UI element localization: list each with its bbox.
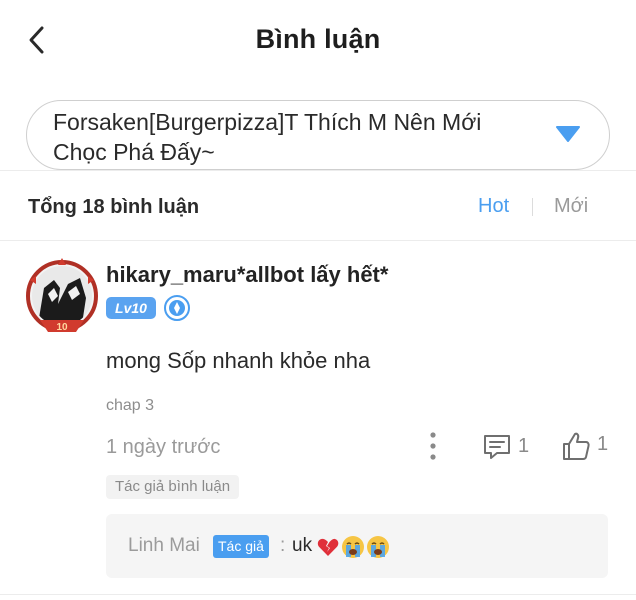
top-bar: Bình luận: [0, 0, 636, 82]
avatar-frame-icon: 10: [26, 258, 98, 333]
comment-bubble-icon: [484, 435, 510, 459]
diamond-rank-icon: [164, 295, 190, 321]
reply-count: 1: [518, 435, 530, 457]
comment-count-bar: Tổng 18 bình luận Hot Mới: [0, 170, 636, 240]
avatar[interactable]: 10: [24, 258, 100, 334]
chapter-select[interactable]: Forsaken[Burgerpizza]T Thích M Nên Mới C…: [26, 100, 610, 170]
comment-time: 1 ngày trước: [106, 436, 221, 458]
comment-username[interactable]: hikary_maru*allbot lấy hết*: [106, 262, 388, 288]
reply-button[interactable]: 1: [482, 431, 552, 463]
more-options-button[interactable]: [422, 430, 444, 462]
divider: [0, 594, 636, 595]
avatar-level-text: 10: [56, 322, 68, 333]
like-button[interactable]: 1: [560, 429, 620, 463]
triangle-down-icon: [556, 126, 580, 142]
sort-hot-tab[interactable]: Hot: [478, 195, 509, 218]
broken-heart-emoji: [317, 538, 339, 556]
reply-text: uk: [292, 535, 313, 556]
sort-separator: [532, 198, 533, 216]
page-title: Bình luận: [255, 24, 381, 54]
reply-author-name[interactable]: Linh Mai: [128, 535, 200, 557]
level-badge: Lv10: [106, 297, 156, 319]
author-reply-tag: Tác giả bình luận: [106, 475, 240, 499]
like-count: 1: [597, 433, 609, 455]
crying-face-emoji: [342, 536, 364, 558]
chapter-select-value: Forsaken[Burgerpizza]T Thích M Nên Mới C…: [53, 109, 482, 165]
reply-separator: :: [280, 535, 286, 556]
sort-new-tab[interactable]: Mới: [554, 195, 588, 218]
divider: [0, 240, 636, 241]
comment-chapter[interactable]: chap 3: [106, 397, 154, 415]
more-vertical-icon: [430, 432, 436, 460]
total-comments-label: Tổng 18 bình luận: [28, 196, 200, 218]
crying-face-emoji: [367, 536, 389, 558]
reply-preview[interactable]: Linh Mai Tác giả : uk: [106, 514, 608, 578]
comment-text: mong Sốp nhanh khỏe nha: [106, 348, 371, 373]
author-badge: Tác giả: [213, 535, 269, 558]
thumbs-up-icon: [563, 432, 590, 460]
